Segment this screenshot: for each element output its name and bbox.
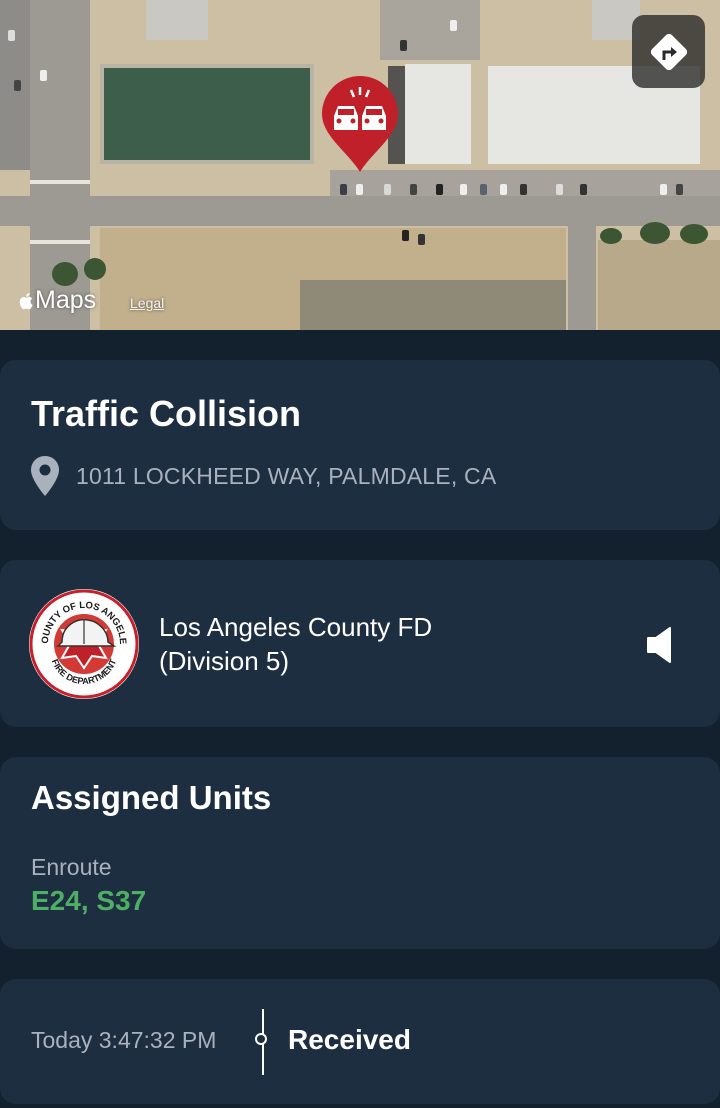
map-tree xyxy=(52,262,78,286)
map-car xyxy=(660,184,667,195)
fire-department-seal: COUNTY OF LOS ANGELES FIRE DEPARTMENT xyxy=(28,588,139,699)
directions-button[interactable] xyxy=(632,15,705,88)
map-car xyxy=(480,184,487,195)
agency-name-line2: (Division 5) xyxy=(159,646,290,676)
map-vacant-land xyxy=(598,240,720,330)
map-view[interactable]: Maps Legal xyxy=(0,0,720,330)
map-car xyxy=(450,20,457,31)
incident-card: Traffic Collision 1011 LOCKHEED WAY, PAL… xyxy=(0,360,720,530)
timeline-card: Today 3:47:32 PM Received xyxy=(0,979,720,1104)
incident-address-row[interactable]: 1011 LOCKHEED WAY, PALMDALE, CA xyxy=(30,455,496,497)
map-car xyxy=(500,184,507,195)
map-vacant-land xyxy=(300,280,566,330)
map-car xyxy=(8,30,15,41)
map-car xyxy=(40,70,47,81)
agency-name: Los Angeles County FD (Division 5) xyxy=(159,610,432,678)
apple-maps-logo: Maps xyxy=(18,286,96,315)
incident-address: 1011 LOCKHEED WAY, PALMDALE, CA xyxy=(76,462,497,489)
location-pin-icon xyxy=(31,456,59,496)
map-car xyxy=(460,184,467,195)
map-car xyxy=(340,184,347,195)
speaker-icon[interactable] xyxy=(646,626,674,664)
assigned-units-title: Assigned Units xyxy=(31,779,272,816)
map-car xyxy=(410,184,417,195)
map-tree xyxy=(600,228,622,244)
map-car xyxy=(676,184,683,195)
timeline-event: Received xyxy=(288,1024,411,1055)
map-road-vertical-right xyxy=(568,222,596,330)
map-car xyxy=(356,184,363,195)
map-car xyxy=(556,184,563,195)
apple-logo-icon xyxy=(19,292,33,309)
map-car xyxy=(14,80,21,91)
timeline-time: Today 3:47:32 PM xyxy=(31,1027,217,1053)
map-car xyxy=(520,184,527,195)
assigned-units-card: Assigned Units Enroute E24, S37 xyxy=(0,757,720,949)
directions-arrow-icon xyxy=(650,33,687,70)
map-crosswalk xyxy=(30,240,90,244)
map-parking-lot xyxy=(380,0,480,60)
map-car xyxy=(384,184,391,195)
unit-list: E24, S37 xyxy=(31,885,147,916)
map-tree xyxy=(84,258,106,280)
agency-name-line1: Los Angeles County FD xyxy=(159,612,433,642)
map-car xyxy=(436,184,443,195)
map-car xyxy=(418,234,425,245)
map-water-basin xyxy=(100,64,314,164)
map-building xyxy=(405,64,471,164)
map-car xyxy=(400,40,407,51)
timeline-dot xyxy=(255,1033,267,1045)
incident-title: Traffic Collision xyxy=(31,393,302,434)
map-car xyxy=(402,230,409,241)
map-tree xyxy=(680,224,708,244)
agency-card[interactable]: COUNTY OF LOS ANGELES FIRE DEPARTMENT Lo… xyxy=(0,560,720,727)
maps-logo-text: Maps xyxy=(35,286,97,314)
legal-link[interactable]: Legal xyxy=(130,295,164,311)
map-road-horizontal xyxy=(0,196,720,226)
map-crosswalk xyxy=(30,180,90,184)
collision-marker[interactable] xyxy=(320,74,400,174)
unit-status-label: Enroute xyxy=(31,854,112,880)
map-tree xyxy=(640,222,670,244)
map-car xyxy=(580,184,587,195)
map-building xyxy=(146,0,208,40)
